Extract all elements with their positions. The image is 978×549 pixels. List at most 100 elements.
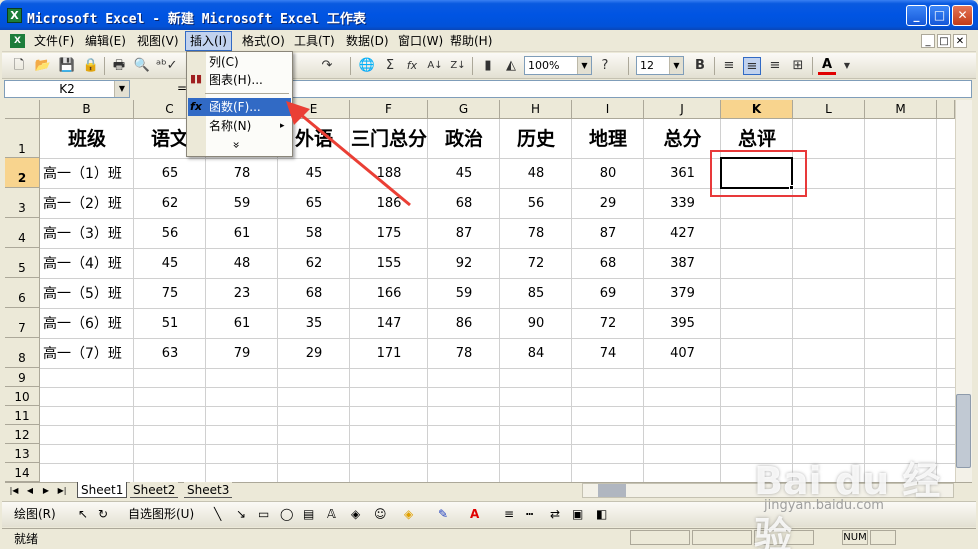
header-cell-class[interactable]: 班级	[40, 120, 134, 158]
clipart-tool-icon[interactable]: ☺	[374, 505, 387, 523]
align-center-icon[interactable]: ≡	[743, 57, 761, 75]
3d-style-icon[interactable]: ◧	[596, 505, 607, 523]
bold-button[interactable]: B	[691, 57, 709, 75]
row-header-11[interactable]: 11	[5, 406, 40, 425]
row-header-2[interactable]: 2	[5, 158, 40, 188]
column-header-l[interactable]: L	[793, 100, 865, 119]
dash-style-icon[interactable]: ┅	[526, 505, 533, 523]
sheet-tab-2[interactable]: Sheet2	[130, 482, 179, 498]
data-cell[interactable]: 395	[644, 309, 721, 339]
data-cell[interactable]: 62	[134, 189, 206, 219]
help-icon[interactable]: ?	[596, 57, 614, 75]
data-cell[interactable]: 65	[134, 159, 206, 189]
excel-app-icon[interactable]: X	[7, 8, 22, 23]
column-header-k[interactable]: K	[721, 100, 793, 119]
chevron-down-icon[interactable]: ▼	[669, 57, 683, 74]
row-label-cell[interactable]: 高一（3）班	[40, 219, 134, 249]
row-header-10[interactable]: 10	[5, 387, 40, 406]
doc-close-button[interactable]: ✕	[953, 34, 967, 48]
menu-view[interactable]: 视图(V)	[133, 31, 183, 51]
print-preview-icon[interactable]: 🔍	[133, 57, 151, 75]
menu-edit[interactable]: 编辑(E)	[81, 31, 130, 51]
maximize-button[interactable]: □	[929, 5, 950, 26]
data-cell[interactable]: 68	[572, 249, 644, 279]
menu-item-function[interactable]: 函数(F)...	[209, 98, 261, 116]
insert-function-icon[interactable]: fx	[403, 57, 421, 75]
data-cell[interactable]: 74	[572, 339, 644, 369]
font-color-draw-icon[interactable]: A	[470, 505, 479, 523]
draw-menu-button[interactable]: 绘图(R)	[14, 505, 56, 523]
row-label-cell[interactable]: 高一（5）班	[40, 279, 134, 309]
shadow-style-icon[interactable]: ▣	[572, 505, 583, 523]
row-header-4[interactable]: 4	[5, 218, 40, 248]
row-header-6[interactable]: 6	[5, 278, 40, 308]
data-cell[interactable]: 51	[134, 309, 206, 339]
menu-help[interactable]: 帮助(H)	[446, 31, 496, 51]
fill-color-icon[interactable]: ◈	[404, 505, 413, 523]
data-cell[interactable]: 29	[278, 339, 350, 369]
minimize-button[interactable]: _	[906, 5, 927, 26]
chevron-down-icon[interactable]: ▼	[577, 57, 591, 74]
chart-wizard-icon[interactable]: ▮	[479, 57, 497, 75]
rotate-icon[interactable]: ↻	[98, 505, 108, 523]
data-cell[interactable]: 86	[428, 309, 500, 339]
menu-item-chart[interactable]: 图表(H)...	[209, 71, 263, 89]
data-cell[interactable]: 69	[572, 279, 644, 309]
autoshapes-menu-button[interactable]: 自选图形(U)	[128, 505, 194, 523]
arrow-tool-icon[interactable]: ↘	[236, 505, 246, 523]
data-cell[interactable]: 427	[644, 219, 721, 249]
font-size-select[interactable]: 12 ▼	[636, 56, 684, 75]
menu-item-name[interactable]: 名称(N)	[209, 117, 251, 135]
data-cell[interactable]: 78	[500, 219, 572, 249]
last-sheet-icon[interactable]: ▶|	[56, 484, 68, 497]
data-cell[interactable]: 87	[572, 219, 644, 249]
drawing-icon[interactable]: ◭	[502, 57, 520, 75]
line-style-icon[interactable]: ≡	[504, 505, 514, 523]
data-cell[interactable]: 171	[350, 339, 428, 369]
data-cell[interactable]: 62	[278, 249, 350, 279]
column-header-j[interactable]: J	[644, 100, 721, 119]
first-sheet-icon[interactable]: |◀	[8, 484, 20, 497]
prev-sheet-icon[interactable]: ◀	[24, 484, 36, 497]
row-header-14[interactable]: 14	[5, 463, 40, 482]
rectangle-tool-icon[interactable]: ▭	[258, 505, 269, 523]
chevron-down-icon[interactable]: ▼	[838, 57, 856, 75]
row-label-cell[interactable]: 高一（1）班	[40, 159, 134, 189]
row-header-3[interactable]: 3	[5, 188, 40, 218]
open-folder-icon[interactable]: 📂	[34, 57, 52, 75]
row-label-cell[interactable]: 高一（6）班	[40, 309, 134, 339]
data-cell[interactable]: 35	[278, 309, 350, 339]
align-right-icon[interactable]: ≡	[766, 57, 784, 75]
redo-icon[interactable]: ↷	[318, 57, 336, 75]
data-cell[interactable]: 61	[206, 219, 278, 249]
oval-tool-icon[interactable]: ◯	[280, 505, 293, 523]
data-cell[interactable]: 48	[500, 159, 572, 189]
name-box[interactable]: K2	[4, 80, 130, 98]
data-cell[interactable]: 48	[206, 249, 278, 279]
close-button[interactable]: ✕	[952, 5, 973, 26]
row-label-cell[interactable]: 高一（7）班	[40, 339, 134, 369]
data-cell[interactable]: 68	[278, 279, 350, 309]
workbook-icon[interactable]: X	[10, 34, 25, 48]
data-cell[interactable]: 379	[644, 279, 721, 309]
header-cell-history[interactable]: 历史	[500, 120, 572, 158]
next-sheet-icon[interactable]: ▶	[40, 484, 52, 497]
line-color-icon[interactable]: ✎	[438, 505, 448, 523]
textbox-tool-icon[interactable]: ▤	[303, 505, 314, 523]
zoom-select[interactable]: 100% ▼	[524, 56, 592, 75]
row-header-13[interactable]: 13	[5, 444, 40, 463]
font-color-icon[interactable]: A	[818, 57, 836, 75]
print-icon[interactable]: 🖶	[110, 57, 128, 75]
data-cell[interactable]: 23	[206, 279, 278, 309]
column-header-partial[interactable]	[937, 100, 955, 119]
column-header-g[interactable]: G	[428, 100, 500, 119]
chevron-down-icon[interactable]: ▼	[114, 81, 129, 97]
doc-minimize-button[interactable]: _	[921, 34, 935, 48]
header-cell-politics[interactable]: 政治	[428, 120, 500, 158]
autosum-icon[interactable]: Σ	[381, 57, 399, 75]
data-cell[interactable]: 78	[428, 339, 500, 369]
data-cell[interactable]: 72	[500, 249, 572, 279]
sheet-tab-1[interactable]: Sheet1	[77, 482, 128, 498]
menu-insert[interactable]: 插入(I)	[185, 31, 232, 51]
data-cell[interactable]: 45	[134, 249, 206, 279]
